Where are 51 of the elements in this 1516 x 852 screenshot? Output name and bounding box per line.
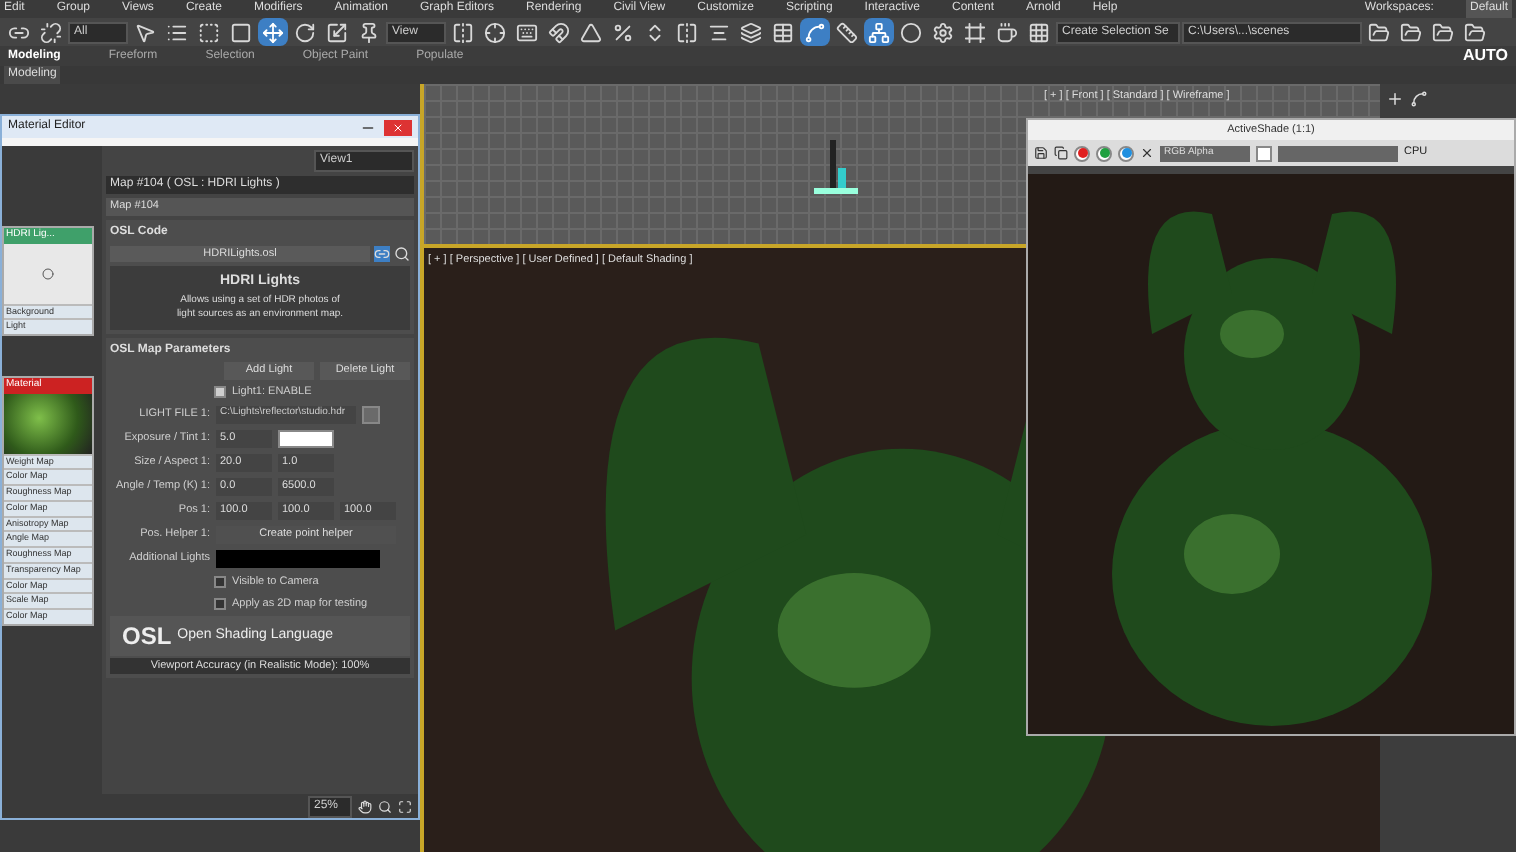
angle-icon[interactable] — [576, 18, 606, 46]
teapot-icon[interactable] — [992, 18, 1022, 46]
save-icon[interactable] — [1034, 146, 1048, 160]
folder-icon[interactable] — [1396, 18, 1426, 46]
ruler-icon[interactable] — [832, 18, 862, 46]
square-icon[interactable] — [226, 18, 256, 46]
color-swatch[interactable] — [1256, 145, 1272, 161]
table-icon[interactable] — [768, 18, 798, 46]
rotate-icon[interactable] — [290, 18, 320, 46]
close-button[interactable] — [384, 119, 412, 135]
brand-logo: AUTO — [1462, 44, 1508, 68]
zoom-icon[interactable] — [378, 799, 392, 813]
clear-icon[interactable] — [1140, 146, 1154, 160]
channel-toggle[interactable] — [1118, 145, 1134, 161]
settings-icon[interactable] — [928, 18, 958, 46]
search-icon[interactable] — [394, 246, 410, 262]
folder-icon[interactable] — [1364, 18, 1394, 46]
link-icon[interactable] — [374, 246, 390, 262]
move-icon[interactable] — [258, 18, 288, 46]
render-preset-dropdown[interactable] — [1278, 145, 1398, 161]
copy-icon[interactable] — [1054, 146, 1068, 160]
pan-icon[interactable] — [358, 799, 372, 813]
mirror-icon[interactable] — [672, 18, 702, 46]
layers-icon[interactable] — [736, 18, 766, 46]
grid-icon[interactable] — [1024, 18, 1054, 46]
frame-icon[interactable] — [960, 18, 990, 46]
preview-icon — [42, 267, 54, 279]
folder-icon[interactable] — [1428, 18, 1458, 46]
modify-icon[interactable] — [1410, 90, 1428, 108]
fit-icon[interactable] — [398, 799, 412, 813]
scale-icon[interactable] — [322, 18, 352, 46]
logo-mark: OSL — [122, 619, 172, 654]
curve-icon[interactable] — [800, 18, 830, 46]
color-swatch[interactable] — [278, 429, 334, 448]
unlink-icon[interactable] — [36, 18, 66, 46]
network-icon[interactable] — [864, 18, 894, 46]
close-icon — [392, 121, 404, 133]
folder-icon[interactable] — [1460, 18, 1490, 46]
checkbox[interactable] — [214, 597, 226, 610]
crosshair-icon[interactable] — [480, 18, 510, 46]
color-swatch[interactable] — [216, 549, 380, 568]
checkbox[interactable] — [214, 385, 226, 398]
create-icon[interactable] — [1386, 90, 1404, 108]
channel-toggle[interactable] — [1096, 145, 1112, 161]
sphere-preview — [4, 393, 92, 453]
gizmo-icon — [814, 140, 858, 200]
sphere-icon[interactable] — [896, 18, 926, 46]
pivot-icon[interactable] — [448, 18, 478, 46]
magnet-icon[interactable] — [544, 18, 574, 46]
checkbox[interactable] — [214, 575, 226, 588]
channel-toggle[interactable] — [1074, 145, 1090, 161]
